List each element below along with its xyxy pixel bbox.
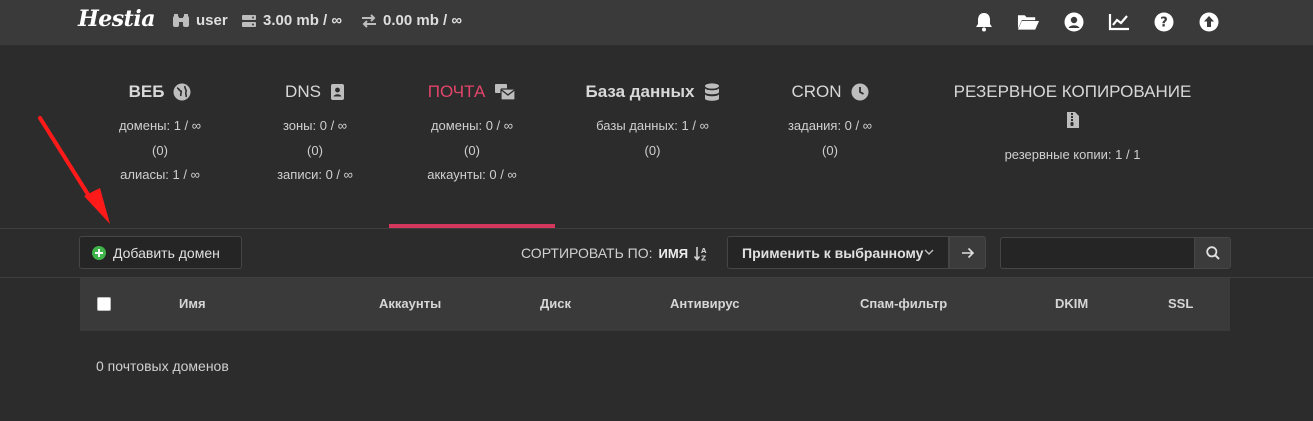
top-icon-bar: ?: [972, 10, 1220, 33]
column-header-accounts[interactable]: Аккаунты: [379, 296, 441, 311]
stats-panel: ВЕБ домены: 1 / ∞ (0) алиасы: 1 / ∞ DNS …: [0, 45, 1313, 228]
column-header-antivirus[interactable]: Антивирус: [670, 296, 740, 311]
tab-db-title: База данных: [555, 81, 750, 103]
bell-icon[interactable]: [972, 10, 995, 33]
tab-dns[interactable]: DNS зоны: 0 / ∞ (0) записи: 0 / ∞: [240, 45, 390, 228]
column-header-ssl[interactable]: SSL: [1168, 296, 1193, 311]
tab-backup-title: РЕЗЕРВНОЕ КОПИРОВАНИЕ: [953, 82, 1192, 101]
tab-dns-title: DNS: [240, 81, 390, 103]
tab-web-title: ВЕБ: [80, 81, 240, 103]
select-all-checkbox[interactable]: [97, 297, 111, 311]
folder-open-icon[interactable]: [1017, 10, 1040, 33]
column-header-name[interactable]: Имя: [179, 296, 206, 311]
add-domain-label: Добавить домен: [113, 244, 220, 261]
clock-icon: [851, 83, 869, 101]
bulk-action-label: Применить к выбранному: [742, 244, 924, 261]
tab-dns-line: зоны: 0 / ∞: [282, 118, 348, 133]
divider: [0, 228, 1313, 229]
mail-bulk-icon: [495, 84, 516, 101]
apply-bulk-button[interactable]: [949, 236, 986, 269]
bandwidth-usage: 0.00 mb / ∞: [361, 12, 462, 29]
globe-icon: [173, 83, 191, 101]
hestia-logo[interactable]: Hestia: [78, 6, 155, 32]
tab-dns-line: записи: 0 / ∞: [277, 167, 353, 182]
tab-backup-line: резервные копии: 1 / 1: [1004, 147, 1141, 162]
sort-alpha-icon: AZ: [694, 246, 707, 261]
user-circle-icon[interactable]: [1062, 10, 1085, 33]
upload-circle-icon[interactable]: [1197, 10, 1220, 33]
add-domain-button[interactable]: Добавить домен: [79, 236, 242, 269]
tab-db[interactable]: База данных базы данных: 1 / ∞ (0): [555, 45, 750, 228]
tab-mail[interactable]: ПОЧТА домены: 0 / ∞ (0) аккаунты: 0 / ∞: [389, 45, 555, 228]
svg-text:?: ?: [1160, 15, 1168, 30]
table-header: Имя Аккаунты Диск Антивирус Спам-фильтр …: [80, 278, 1230, 331]
tab-db-line: (0): [644, 142, 661, 158]
tab-cron-line: (0): [822, 142, 838, 158]
annotation-arrow: [38, 116, 110, 224]
chevron-down-icon: [924, 249, 934, 255]
tab-backup[interactable]: РЕЗЕРВНОЕ КОПИРОВАНИЕ резервные копии: 1…: [910, 45, 1235, 228]
tab-mail-title: ПОЧТА: [389, 81, 555, 103]
tab-mail-line: (0): [464, 142, 480, 158]
tab-cron[interactable]: CRON задания: 0 / ∞ (0): [750, 45, 910, 228]
tab-db-line: базы данных: 1 / ∞: [596, 118, 709, 133]
search-icon: [1205, 246, 1220, 260]
empty-table-message: 0 почтовых доменов: [96, 358, 229, 374]
column-header-disk[interactable]: Диск: [540, 296, 571, 311]
hard-drive-icon: [242, 14, 256, 27]
tab-dns-line: (0): [307, 142, 323, 158]
tab-mail-line: домены: 0 / ∞: [430, 118, 514, 133]
binoculars-icon: [173, 13, 189, 27]
bandwidth-value: 0.00 mb / ∞: [383, 12, 463, 29]
top-bar: Hestia user 3.00 mb / ∞ 0.00 mb / ∞ ?: [0, 0, 1313, 45]
exchange-icon: [362, 13, 376, 28]
sort-label: СОРТИРОВАТЬ ПО:: [521, 245, 653, 261]
tab-cron-line: задания: 0 / ∞: [787, 118, 873, 133]
search-button[interactable]: [1194, 237, 1231, 269]
question-icon[interactable]: ?: [1152, 10, 1175, 33]
svg-text:Z: Z: [701, 254, 706, 261]
address-book-icon: [330, 84, 344, 100]
sort-control[interactable]: СОРТИРОВАТЬ ПО: ИМЯ AZ: [521, 245, 710, 261]
plus-circle-icon: [92, 245, 106, 260]
user-name: user: [196, 12, 228, 29]
disk-usage: 3.00 mb / ∞: [241, 12, 342, 29]
sort-value: ИМЯ: [658, 245, 689, 261]
bulk-action-select[interactable]: Применить к выбранному: [727, 236, 949, 269]
arrow-right-icon: [961, 247, 974, 258]
column-header-spam-filter[interactable]: Спам-фильтр: [860, 296, 947, 311]
tab-mail-line: аккаунты: 0 / ∞: [427, 167, 517, 182]
tab-cron-title: CRON: [750, 81, 910, 103]
file-archive-icon: [1066, 112, 1079, 128]
column-header-dkim[interactable]: DKIM: [1055, 296, 1088, 311]
user-indicator[interactable]: user: [172, 12, 228, 29]
chart-line-icon[interactable]: [1107, 10, 1130, 33]
search-input[interactable]: [1000, 237, 1195, 269]
disk-usage-value: 3.00 mb / ∞: [263, 12, 343, 29]
database-icon: [704, 82, 719, 101]
